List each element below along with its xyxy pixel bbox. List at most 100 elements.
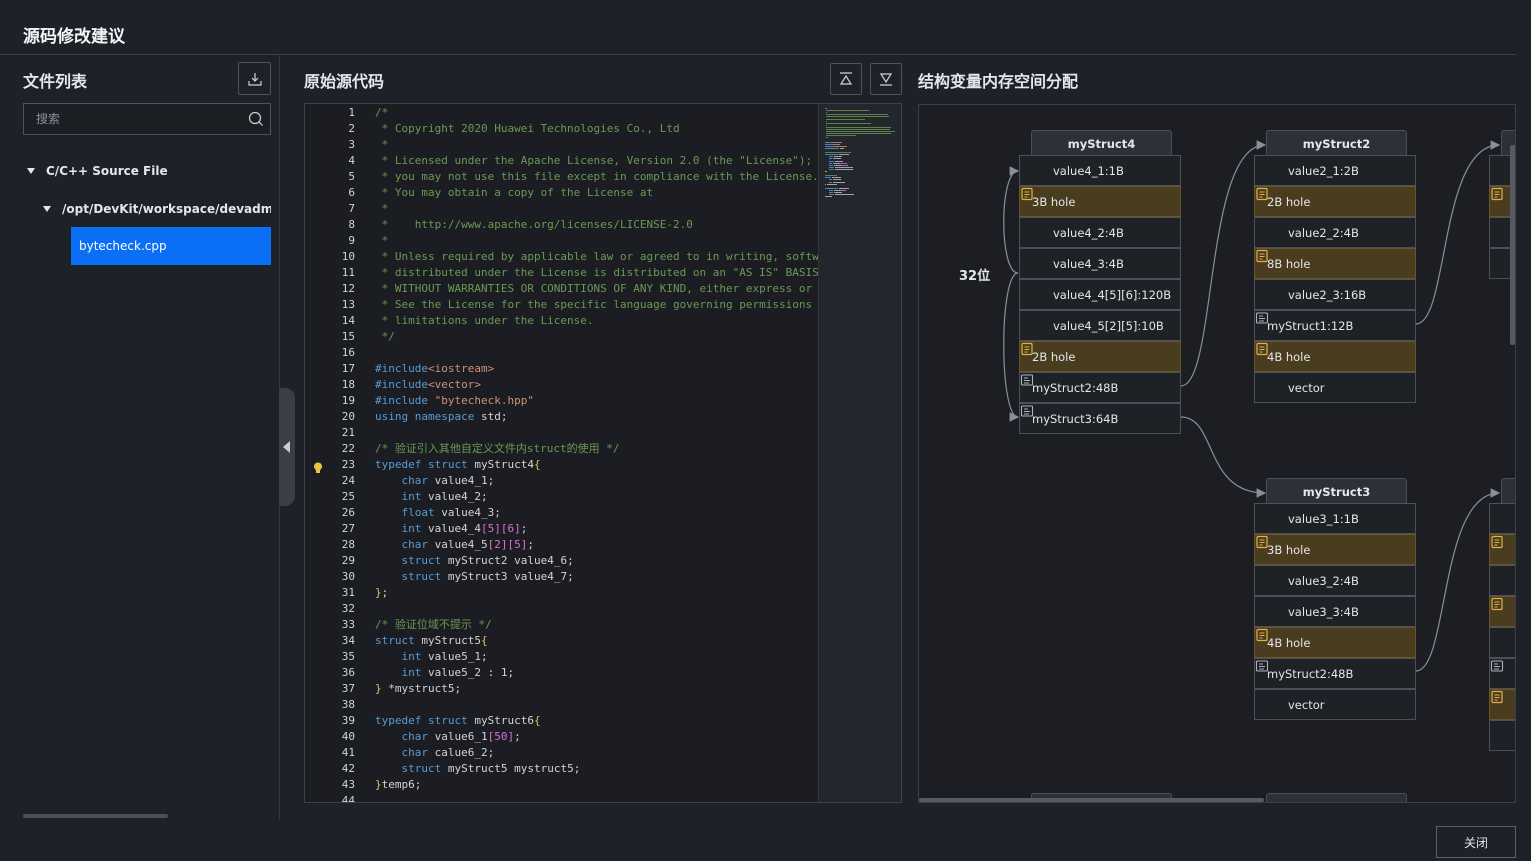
struct-header-mystruct3[interactable]: myStruct3 <box>1266 478 1407 506</box>
code-line: int value4_2; <box>375 489 488 505</box>
row-label: value3_2:4B <box>1288 573 1359 588</box>
doc-icon <box>1491 187 1503 201</box>
tree-root-node[interactable]: C/C++ Source File <box>27 163 271 179</box>
diagram-v-scrollbar[interactable] <box>1510 145 1515 345</box>
struct-memory-diagram[interactable]: 32位 myStruct4 value4_1:1B 3B hole value4_2:… <box>918 104 1516 803</box>
minimap-line <box>833 192 843 193</box>
member-row: value4_2:4B <box>1019 217 1181 248</box>
line-number: 20 <box>341 410 355 423</box>
line-number: 30 <box>341 570 355 583</box>
code-line: /* <box>375 105 388 121</box>
file-list-scrollbar[interactable] <box>23 814 168 818</box>
scroll-to-top-button[interactable] <box>830 63 862 95</box>
code-line: * Unless required by applicable law or a… <box>375 249 818 265</box>
search-icon[interactable] <box>242 104 270 134</box>
lightbulb-icon[interactable] <box>313 459 323 473</box>
struct-header-mystruct2[interactable]: myStruct2 <box>1266 130 1407 158</box>
row-label: value4_5[2][5]:10B <box>1053 318 1164 333</box>
minimap-line <box>828 179 832 181</box>
minimap-line <box>825 120 827 122</box>
line-number: 5 <box>348 170 355 183</box>
caret-down-icon[interactable] <box>43 206 51 212</box>
code-line: char calue6_2; <box>375 745 495 761</box>
code-text-area[interactable]: /* * Copyright 2020 Huawei Technologies … <box>375 104 818 802</box>
code-token: calue6_2; <box>428 746 495 759</box>
scroll-to-bottom-button[interactable] <box>870 63 902 95</box>
line-number: 12 <box>341 282 355 295</box>
struct-header-partial[interactable] <box>1266 793 1407 802</box>
memory-hole-row: 4B hole <box>1254 627 1416 658</box>
struct-ref-row[interactable]: myStruct1:12B <box>1254 310 1416 341</box>
minimap-line <box>825 196 832 198</box>
code-token: ; <box>381 586 389 599</box>
code-token: #include <box>375 378 428 391</box>
row-label: myStruct1:12B <box>1267 318 1354 333</box>
code-line: char value4_1; <box>375 473 495 489</box>
row-label: vector <box>1288 697 1325 712</box>
member-row: value4_4[5][6]:120B <box>1019 279 1181 310</box>
line-number: 42 <box>341 762 355 775</box>
row-label: 4B hole <box>1267 349 1311 364</box>
code-token: typedef struct <box>375 458 468 471</box>
partial-row <box>1489 596 1515 627</box>
search-input[interactable] <box>24 112 242 126</box>
minimap-line <box>828 192 833 193</box>
minimap-line <box>832 181 845 183</box>
code-token: myStruct6 <box>467 714 534 727</box>
minimap-line <box>825 110 869 112</box>
code-line: * Copyright 2020 Huawei Technologies Co.… <box>375 121 680 137</box>
minimap-line <box>828 162 832 164</box>
struct-ref-row[interactable]: myStruct2:48B <box>1019 372 1181 403</box>
struct-ref-row[interactable]: myStruct2:48B <box>1254 658 1416 689</box>
code-line: using namespace std; <box>375 409 507 425</box>
struct-ref-row[interactable]: myStruct3:64B <box>1019 403 1181 434</box>
chevron-left-icon <box>283 441 290 453</box>
tree-folder-node[interactable]: /opt/DevKit/workspace/devadmin/at <box>43 201 271 217</box>
line-number: 15 <box>341 330 355 343</box>
minimap-line <box>828 194 835 196</box>
code-token: * you may not use this file except in co… <box>375 170 818 183</box>
arrow-down-icon <box>879 73 893 86</box>
tree-file-selected[interactable]: bytecheck.cpp <box>71 227 271 265</box>
code-token: [50] <box>487 730 515 743</box>
row-label: myStruct2:48B <box>1032 380 1119 395</box>
code-token: #include <box>375 394 435 407</box>
row-label: value2_3:16B <box>1288 287 1367 302</box>
code-token: int <box>401 666 422 679</box>
minimap-line <box>828 166 835 168</box>
struct-panel-title: 结构变量内存空间分配 <box>918 72 1079 91</box>
code-token: myStruct2 value4_6; <box>441 554 574 567</box>
struct-header-mystruct4[interactable]: myStruct4 <box>1031 130 1172 158</box>
close-button[interactable]: 关闭 <box>1436 826 1516 858</box>
minimap-line <box>835 166 854 168</box>
minimap-line <box>825 133 892 135</box>
code-token: ; <box>527 538 534 551</box>
minimap-line <box>828 158 832 160</box>
minimap-line <box>825 145 833 147</box>
code-line: /* 验证引入其他自定义文件内struct的使用 */ <box>375 441 619 457</box>
code-line: int value5_2 : 1; <box>375 665 515 681</box>
struct-header-partial[interactable] <box>1501 478 1515 506</box>
line-number: 6 <box>348 186 355 199</box>
collapse-panel-button[interactable] <box>279 388 295 506</box>
doc-icon <box>1021 187 1033 201</box>
row-label: 3B hole <box>1032 194 1076 209</box>
diagram-h-scrollbar[interactable] <box>919 798 1264 802</box>
code-token: * <box>375 138 389 151</box>
row-label: value3_1:1B <box>1288 511 1359 526</box>
memory-hole-row: 2B hole <box>1019 341 1181 372</box>
line-number: 36 <box>341 666 355 679</box>
minimap-line <box>839 187 848 189</box>
minimap-line <box>825 135 857 137</box>
code-minimap[interactable] <box>818 104 901 802</box>
doc-icon <box>1256 535 1268 549</box>
code-editor[interactable]: 1 2 3 4 5 6 7 8 9 10 11 12 13 14 15 16 17 18 19 20 21 22 23 24 2… <box>304 103 902 803</box>
caret-down-icon[interactable] <box>27 168 35 174</box>
export-button[interactable] <box>238 62 271 95</box>
minimap-line <box>828 168 835 170</box>
minimap-line <box>825 154 839 156</box>
code-token: char <box>401 474 429 487</box>
member-row: value3_2:4B <box>1254 565 1416 596</box>
file-search-box[interactable] <box>23 103 271 135</box>
